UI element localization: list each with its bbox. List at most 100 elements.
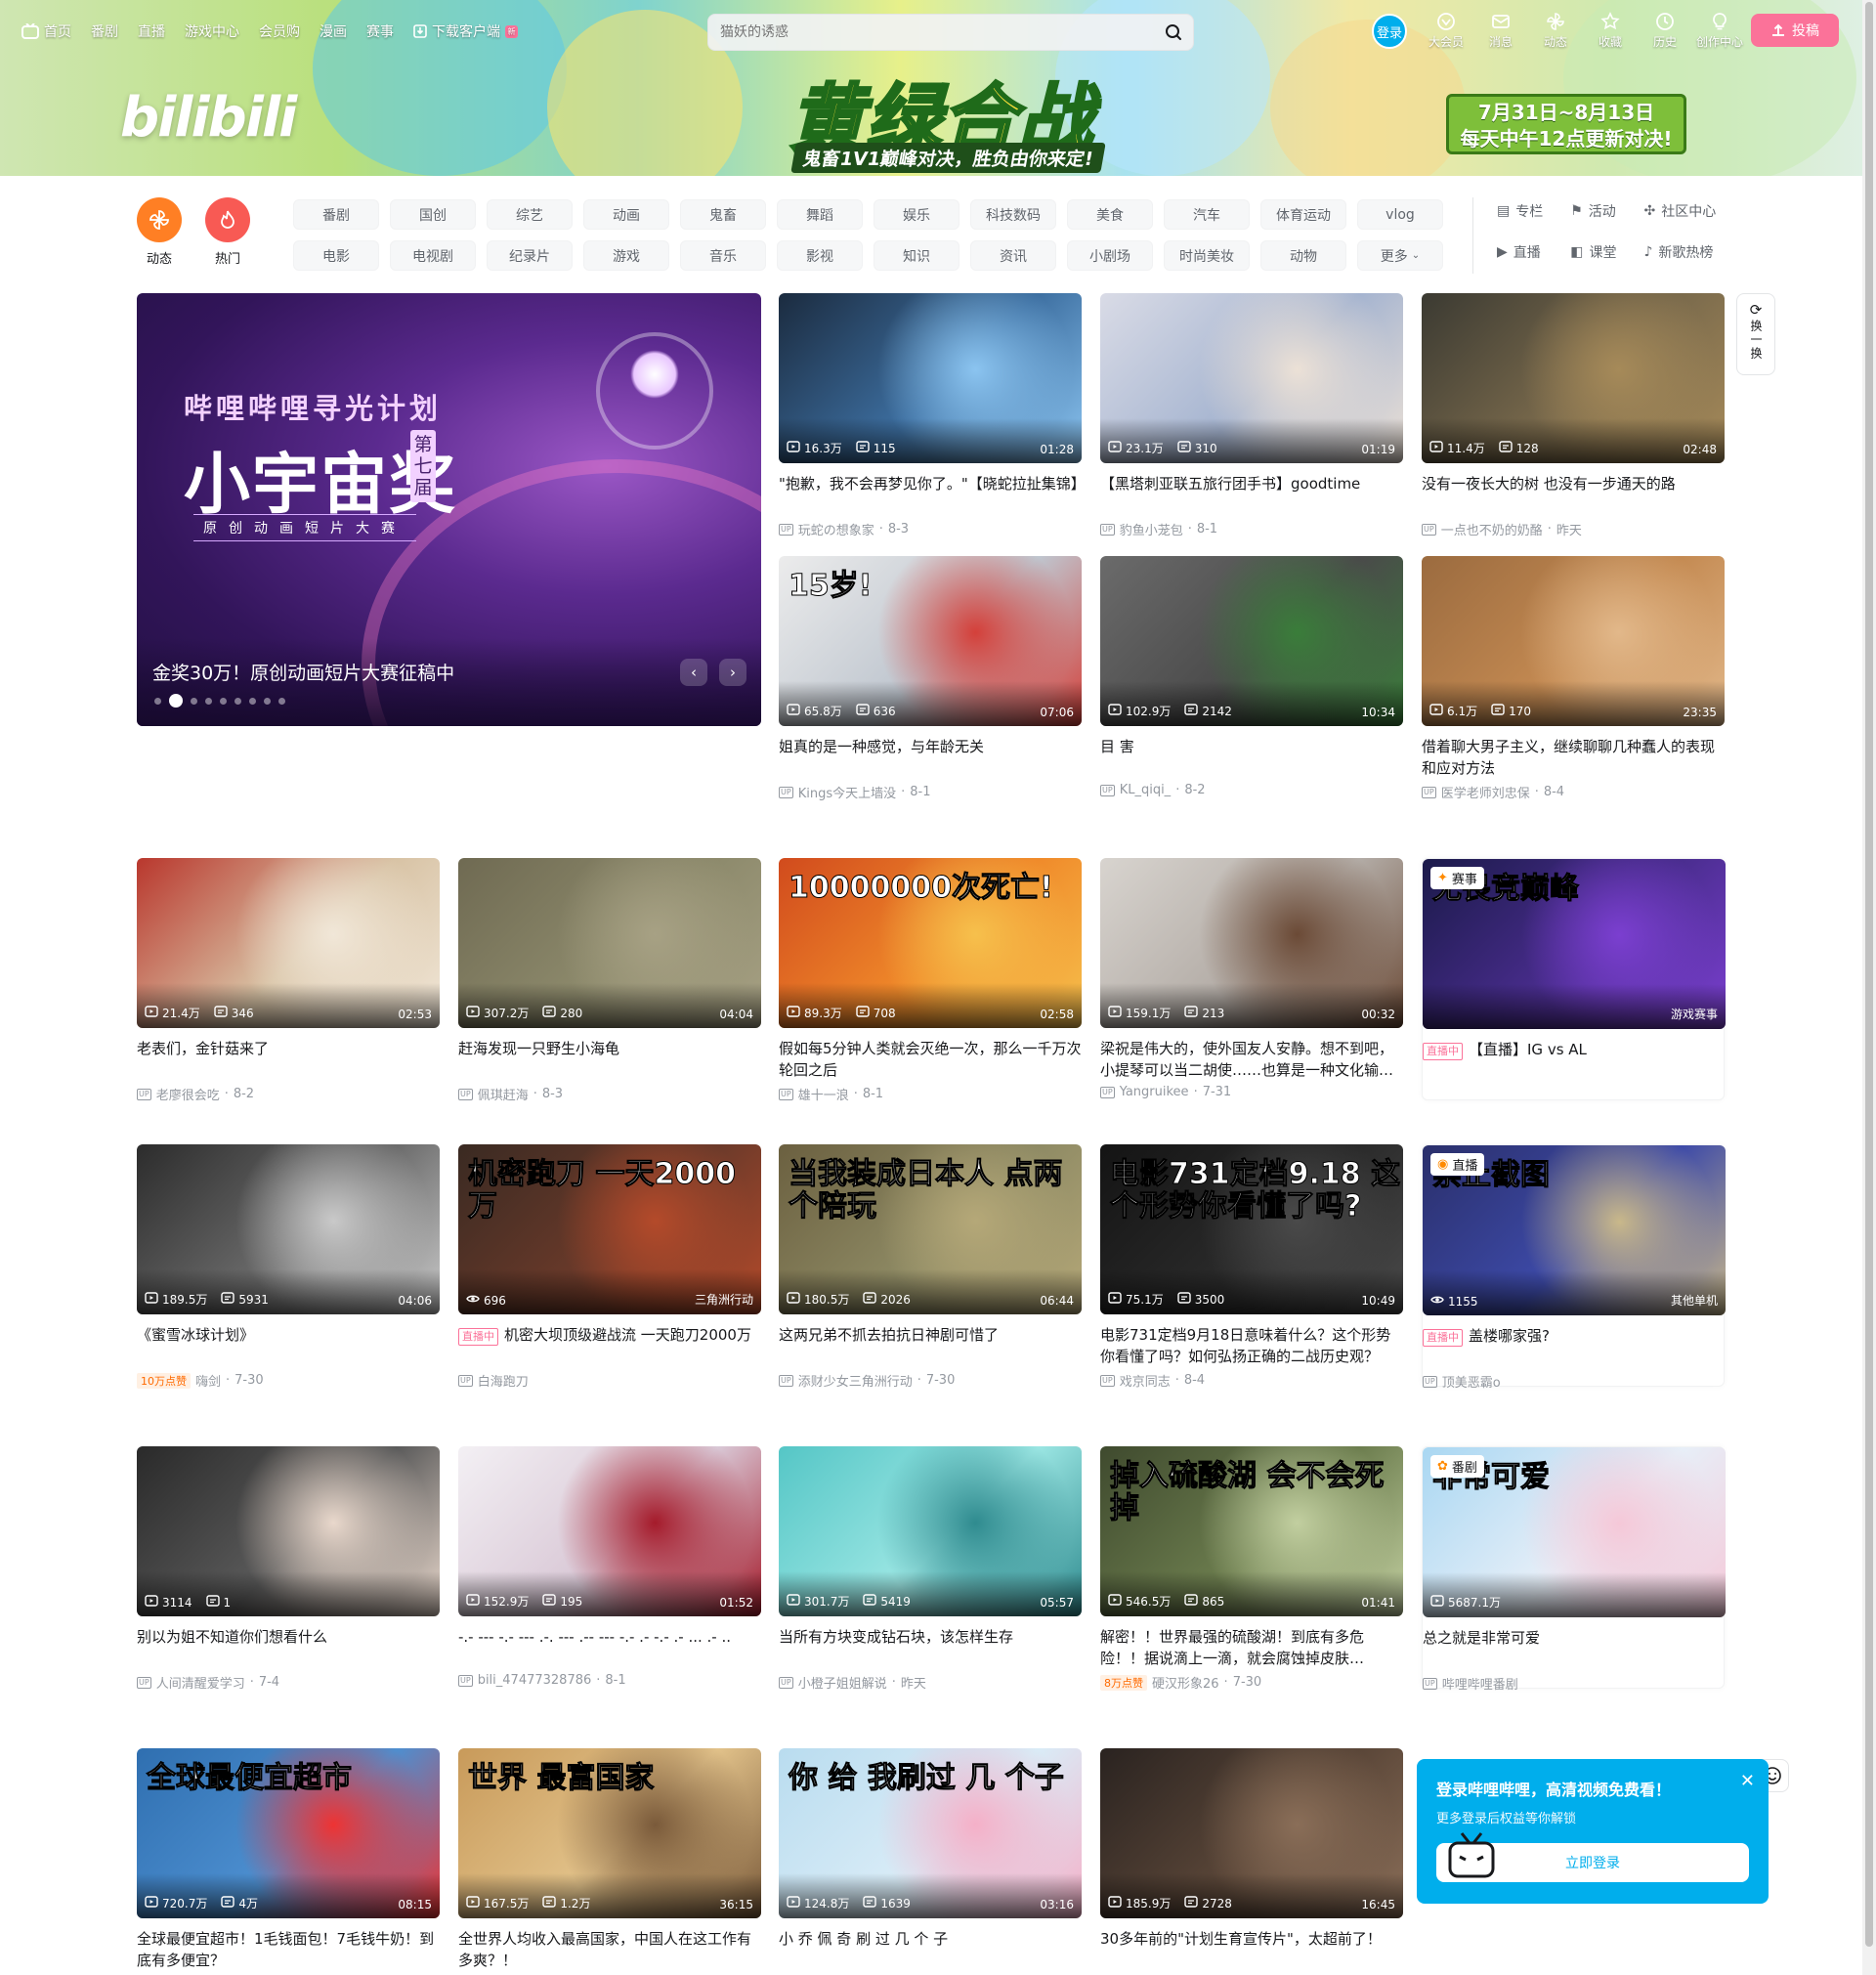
video-card[interactable]: 307.2万 280 04:04 赶海发现一只野生小海龟 UP 佩琪赶海 · 8-3 bbox=[458, 858, 761, 1103]
video-title[interactable]: 别以为姐不知道你们想看什么 bbox=[137, 1626, 440, 1669]
uploader-name[interactable]: 医学老师刘忠保 bbox=[1441, 783, 1530, 801]
carousel-dot[interactable] bbox=[234, 697, 241, 705]
video-card[interactable]: 11.4万 128 02:48 没有一夜长大的树 也没有一步通天的路 UP 一点也不奶的奶… bbox=[1422, 293, 1725, 538]
channel-tag[interactable]: 动画 bbox=[583, 199, 669, 230]
video-card[interactable]: 3114 1 别以为姐不知道你们想看什么 UP 人间清醒爱学习 · 7-4 bbox=[137, 1446, 440, 1692]
channel-tag[interactable]: 国创 bbox=[390, 199, 476, 230]
search-button[interactable] bbox=[1158, 17, 1189, 48]
video-cover[interactable]: 你 给 我刷过 几 个子 124.8万 1639 03:16 bbox=[779, 1748, 1082, 1918]
channel-tag[interactable]: 纪录片 bbox=[487, 240, 573, 271]
carousel-dot[interactable] bbox=[191, 697, 197, 705]
video-cover[interactable]: 非常可爱 ✿ 番剧 5687.1万 bbox=[1423, 1447, 1726, 1617]
nav-live[interactable]: 直播 bbox=[138, 21, 165, 41]
link-classroom[interactable]: ◧ 课堂 bbox=[1570, 240, 1616, 264]
video-card[interactable]: 机密跑刀 一天2000万 696 三角洲行动直播中 机密大坝顶级避战流 一天跑刀200… bbox=[458, 1144, 761, 1390]
channel-tag[interactable]: vlog bbox=[1357, 199, 1443, 230]
channel-tag[interactable]: 汽车 bbox=[1164, 199, 1250, 230]
video-title[interactable]: 当所有方块变成钻石块，该怎样生存 bbox=[779, 1626, 1082, 1669]
video-title[interactable]: 目 害 bbox=[1100, 736, 1403, 779]
carousel-dot[interactable] bbox=[278, 697, 285, 705]
channel-tag[interactable]: 体育运动 bbox=[1260, 199, 1346, 230]
video-title[interactable]: 直播中 机密大坝顶级避战流 一天跑刀2000万 bbox=[458, 1324, 761, 1367]
uploader-name[interactable]: 顶美恶霸o bbox=[1442, 1372, 1501, 1391]
video-card[interactable]: 掉入硫酸湖 会不会死掉 546.5万 865 01:41 解密！！世界最强的硫酸湖！到底… bbox=[1100, 1446, 1403, 1692]
channel-tag-more[interactable]: 更多 ⌄ bbox=[1357, 240, 1443, 271]
close-icon[interactable]: ✕ bbox=[1740, 1771, 1755, 1791]
channel-tag[interactable]: 鬼畜 bbox=[680, 199, 766, 230]
nav-esports[interactable]: 赛事 bbox=[366, 21, 394, 41]
video-cover[interactable]: 10000000次死亡! 89.3万 708 02:58 bbox=[779, 858, 1082, 1028]
uploader-name[interactable]: 豹鱼小茏包 bbox=[1120, 520, 1183, 538]
carousel-dot[interactable] bbox=[169, 694, 183, 708]
video-card[interactable]: 10000000次死亡! 89.3万 708 02:58 假如每5分钟人类就会灭绝一次，… bbox=[779, 858, 1082, 1103]
link-community[interactable]: ✣ 社区中心 bbox=[1643, 199, 1716, 223]
video-card[interactable]: 禁止截图 ◉ 直播 1155 其他单机 直播中 盖楼哪家强? UP 顶美恶霸o bbox=[1422, 1144, 1726, 1391]
uploader-name[interactable]: 哔哩哔哩番剧 bbox=[1442, 1674, 1518, 1693]
video-cover[interactable]: 185.9万 2728 16:45 bbox=[1100, 1748, 1403, 1918]
uploader-name[interactable]: 一点也不奶的奶酪 bbox=[1441, 520, 1543, 538]
video-cover[interactable]: 189.5万 5931 04:06 bbox=[137, 1144, 440, 1314]
video-card[interactable]: 152.9万 195 01:52 -.- --- -.- --- .-. --- .-… bbox=[458, 1446, 761, 1688]
upload-button[interactable]: 投稿 bbox=[1751, 14, 1839, 47]
refresh-button[interactable]: ⟳ 换一换 bbox=[1736, 293, 1775, 375]
video-title[interactable]: "抱歉，我不会再梦见你了。"【晓蛇拉扯集锦】 bbox=[779, 473, 1082, 516]
nav-home[interactable]: 首页 bbox=[21, 21, 71, 41]
nav-anime[interactable]: 番剧 bbox=[91, 21, 118, 41]
link-column[interactable]: ▤ 专栏 bbox=[1497, 199, 1543, 223]
channel-tag[interactable]: 娱乐 bbox=[874, 199, 959, 230]
nav-game-center[interactable]: 游戏中心 bbox=[185, 21, 239, 41]
video-cover[interactable]: 102.9万 2142 10:34 bbox=[1100, 556, 1403, 726]
video-cover[interactable]: 301.7万 5419 05:57 bbox=[779, 1446, 1082, 1616]
video-card[interactable]: 102.9万 2142 10:34 目 害 UP KL_qiqi_ · 8-2 bbox=[1100, 556, 1403, 797]
video-card[interactable]: 21.4万 346 02:53 老表们，金针菇来了 UP 老廖很会吃 · 8-2 bbox=[137, 858, 440, 1103]
video-title[interactable]: 借着聊大男子主义，继续聊聊几种蠢人的表现和应对方法 bbox=[1422, 736, 1725, 779]
video-cover[interactable]: 无畏竞巅峰 ✦ 赛事 游戏赛事 bbox=[1423, 859, 1726, 1029]
channel-tag[interactable]: 综艺 bbox=[487, 199, 573, 230]
video-card[interactable]: 全球最便宜超市 720.7万 4万 08:15 全球最便宜超市！1毛钱面包！7毛钱牛奶！… bbox=[137, 1748, 440, 1971]
video-cover[interactable]: 掉入硫酸湖 会不会死掉 546.5万 865 01:41 bbox=[1100, 1446, 1403, 1616]
video-title[interactable]: 电影731定档9月18日意味着什么？这个形势你看懂了吗？如何弘扬正确的二战历史观… bbox=[1100, 1324, 1403, 1367]
video-title[interactable]: 【黑塔刺亚联五旅行团手书】goodtime bbox=[1100, 473, 1403, 516]
video-card[interactable]: 15岁! 65.8万 636 07:06 姐真的是一种感觉，与年龄无关 UP Kings今天… bbox=[779, 556, 1082, 801]
channel-tag[interactable]: 小剧场 bbox=[1067, 240, 1153, 271]
uploader-name[interactable]: 嗨剑 bbox=[195, 1371, 221, 1390]
video-card[interactable]: 非常可爱 ✿ 番剧 5687.1万 总之就是非常可爱 UP 哔哩哔哩番剧 bbox=[1422, 1446, 1726, 1693]
channel-tag[interactable]: 资讯 bbox=[970, 240, 1056, 271]
page-scrollbar[interactable] bbox=[1862, 0, 1876, 1975]
channel-tag[interactable]: 知识 bbox=[874, 240, 959, 271]
video-card[interactable]: 6.1万 170 23:35 借着聊大男子主义，继续聊聊几种蠢人的表现和应对方法 UP 医… bbox=[1422, 556, 1725, 801]
video-card[interactable]: 电影731定档9.18 这个形势你看懂了吗? 75.1万 3500 10:49 电影73… bbox=[1100, 1144, 1403, 1390]
video-title[interactable]: 老表们，金针菇来了 bbox=[137, 1038, 440, 1081]
video-card[interactable]: 16.3万 115 01:28 "抱歉，我不会再梦见你了。"【晓蛇拉扯集锦】 UP 玩蛇の… bbox=[779, 293, 1082, 538]
uploader-name[interactable]: Kings今天上墙没 bbox=[798, 783, 896, 801]
entry-dynamic[interactable]: 动态 bbox=[1528, 12, 1583, 50]
video-title[interactable]: 梁祝是伟大的，使外国友人安静。想不到吧，小提琴可以当二胡使……也算是一种文化输出… bbox=[1100, 1038, 1403, 1081]
channel-tag[interactable]: 动物 bbox=[1260, 240, 1346, 271]
uploader-name[interactable]: 雄十一浪 bbox=[798, 1085, 849, 1103]
video-title[interactable]: 没有一夜长大的树 也没有一步通天的路 bbox=[1422, 473, 1725, 516]
video-card[interactable]: 23.1万 310 01:19 【黑塔刺亚联五旅行团手书】goodtime UP 豹鱼小茏… bbox=[1100, 293, 1403, 538]
video-cover[interactable]: 禁止截图 ◉ 直播 1155 其他单机 bbox=[1423, 1145, 1726, 1315]
carousel-dot[interactable] bbox=[154, 697, 161, 705]
uploader-name[interactable]: 人间清醒爱学习 bbox=[156, 1673, 245, 1692]
video-title[interactable]: 假如每5分钟人类就会灭绝一次，那么一千万次轮回之后 bbox=[779, 1038, 1082, 1081]
video-title[interactable]: 30多年前的"计划生育宣传片"，太超前了！ bbox=[1100, 1928, 1403, 1971]
video-cover[interactable]: 21.4万 346 02:53 bbox=[137, 858, 440, 1028]
video-cover[interactable]: 机密跑刀 一天2000万 696 三角洲行动 bbox=[458, 1144, 761, 1314]
link-music-chart[interactable]: ♪ 新歌热榜 bbox=[1643, 240, 1716, 264]
channel-tag[interactable]: 影视 bbox=[777, 240, 863, 271]
video-title[interactable]: 解密！！世界最强的硫酸湖！到底有多危险！！据说滴上一滴，就会腐蚀掉皮肤… bbox=[1100, 1626, 1403, 1669]
video-cover[interactable]: 当我装成日本人 点两个陪玩 180.5万 2026 06:44 bbox=[779, 1144, 1082, 1314]
video-cover[interactable]: 世界 最富国家 167.5万 1.2万 36:15 bbox=[458, 1748, 761, 1918]
entry-history[interactable]: 历史 bbox=[1638, 12, 1692, 50]
video-cover[interactable]: 15岁! 65.8万 636 07:06 bbox=[779, 556, 1082, 726]
uploader-name[interactable]: 硬汉形象26 bbox=[1152, 1673, 1219, 1692]
video-card[interactable]: 189.5万 5931 04:06 《蜜雪冰球计划》 10万点赞 嗨剑 · 7-30 bbox=[137, 1144, 440, 1390]
channel-dynamic[interactable]: 动态 bbox=[137, 197, 182, 267]
uploader-name[interactable]: bili_47477328786 bbox=[478, 1673, 592, 1688]
bilibili-logo[interactable]: bilibili bbox=[120, 86, 297, 150]
carousel-prev-button[interactable]: ‹ bbox=[680, 659, 707, 686]
channel-tag[interactable]: 电影 bbox=[293, 240, 379, 271]
entry-vip[interactable]: 大会员 bbox=[1419, 12, 1473, 50]
video-cover[interactable]: 全球最便宜超市 720.7万 4万 08:15 bbox=[137, 1748, 440, 1918]
